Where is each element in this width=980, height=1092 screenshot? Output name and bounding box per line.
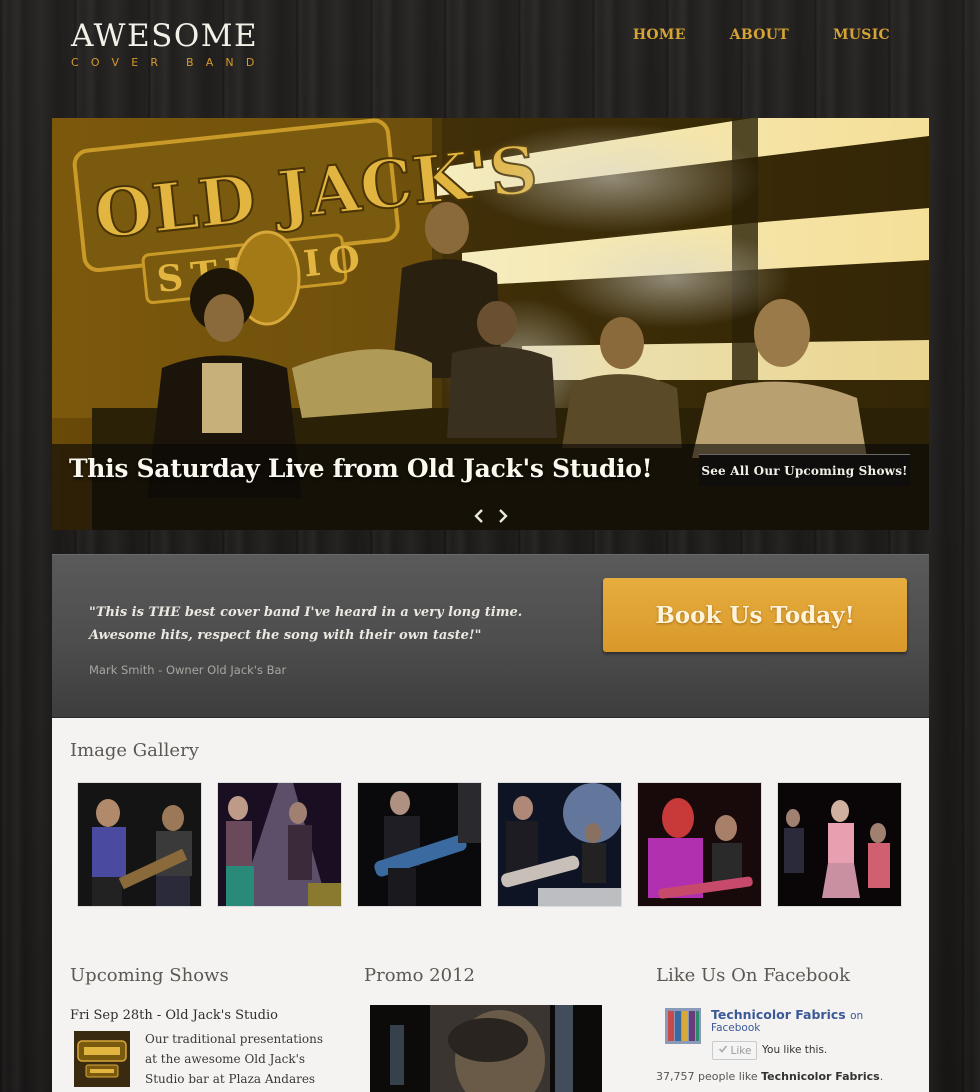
shows-title: Upcoming Shows [70, 965, 229, 986]
facebook-title: Like Us On Facebook [656, 965, 851, 986]
slider-controls [472, 507, 510, 525]
show-description: Our traditional presentations at the awe… [145, 1032, 324, 1086]
chevron-left-icon[interactable] [472, 507, 486, 525]
image-gallery [78, 783, 901, 906]
testimonial-author: Mark Smith - Owner Old Jack's Bar [89, 663, 287, 677]
gallery-thumb[interactable] [78, 783, 201, 906]
facebook-you-like: You like this. [762, 1044, 828, 1056]
book-us-button[interactable]: Book Us Today! [603, 578, 907, 652]
logo-title: AWESOME [71, 18, 259, 54]
facebook-like-button[interactable]: Like [712, 1041, 757, 1060]
logo-subtitle: COVER BAND [71, 56, 267, 69]
promo-video[interactable] [370, 1005, 602, 1092]
testimonial-quote: "This is THE best cover band I've heard … [89, 605, 523, 643]
fb-on-text: on [850, 1010, 864, 1022]
show-thumbnail[interactable] [74, 1031, 130, 1087]
nav-music[interactable]: MUSIC [833, 27, 890, 43]
gallery-thumb[interactable] [778, 783, 901, 906]
gallery-thumb[interactable] [358, 783, 481, 906]
gallery-thumb[interactable] [638, 783, 761, 906]
show-date[interactable]: Fri Sep 28th - Old Jack's Studio [70, 1008, 278, 1023]
main-nav: HOME ABOUT MUSIC [633, 27, 890, 43]
hero-title: This Saturday Live from Old Jack's Studi… [69, 454, 653, 483]
nav-about[interactable]: ABOUT [730, 27, 789, 43]
check-icon [718, 1044, 728, 1057]
site-logo[interactable]: AWESOME COVER BAND [71, 18, 267, 70]
testimonial-band: "This is THE best cover band I've heard … [52, 554, 929, 718]
nav-home[interactable]: HOME [633, 27, 686, 43]
facebook-link[interactable]: Facebook [711, 1022, 760, 1034]
promo-title: Promo 2012 [364, 965, 475, 986]
facebook-like-count: 37,757 people like Technicolor Fabrics. [656, 1070, 884, 1083]
hero-slider: OLD JACK'S STUDIO This Saturday Live fro… [52, 118, 929, 530]
main-content: Image Gallery Upcoming Shows Fri Sep 28t… [52, 718, 929, 1092]
like-label: Like [730, 1044, 752, 1057]
gallery-title: Image Gallery [70, 740, 199, 761]
gallery-thumb[interactable] [498, 783, 621, 906]
see-shows-button[interactable]: See All Our Upcoming Shows! [699, 454, 910, 486]
facebook-page-name[interactable]: Technicolor Fabrics on [711, 1007, 863, 1022]
facebook-page-avatar[interactable] [665, 1008, 701, 1044]
chevron-right-icon[interactable] [496, 507, 510, 525]
gallery-thumb[interactable] [218, 783, 341, 906]
